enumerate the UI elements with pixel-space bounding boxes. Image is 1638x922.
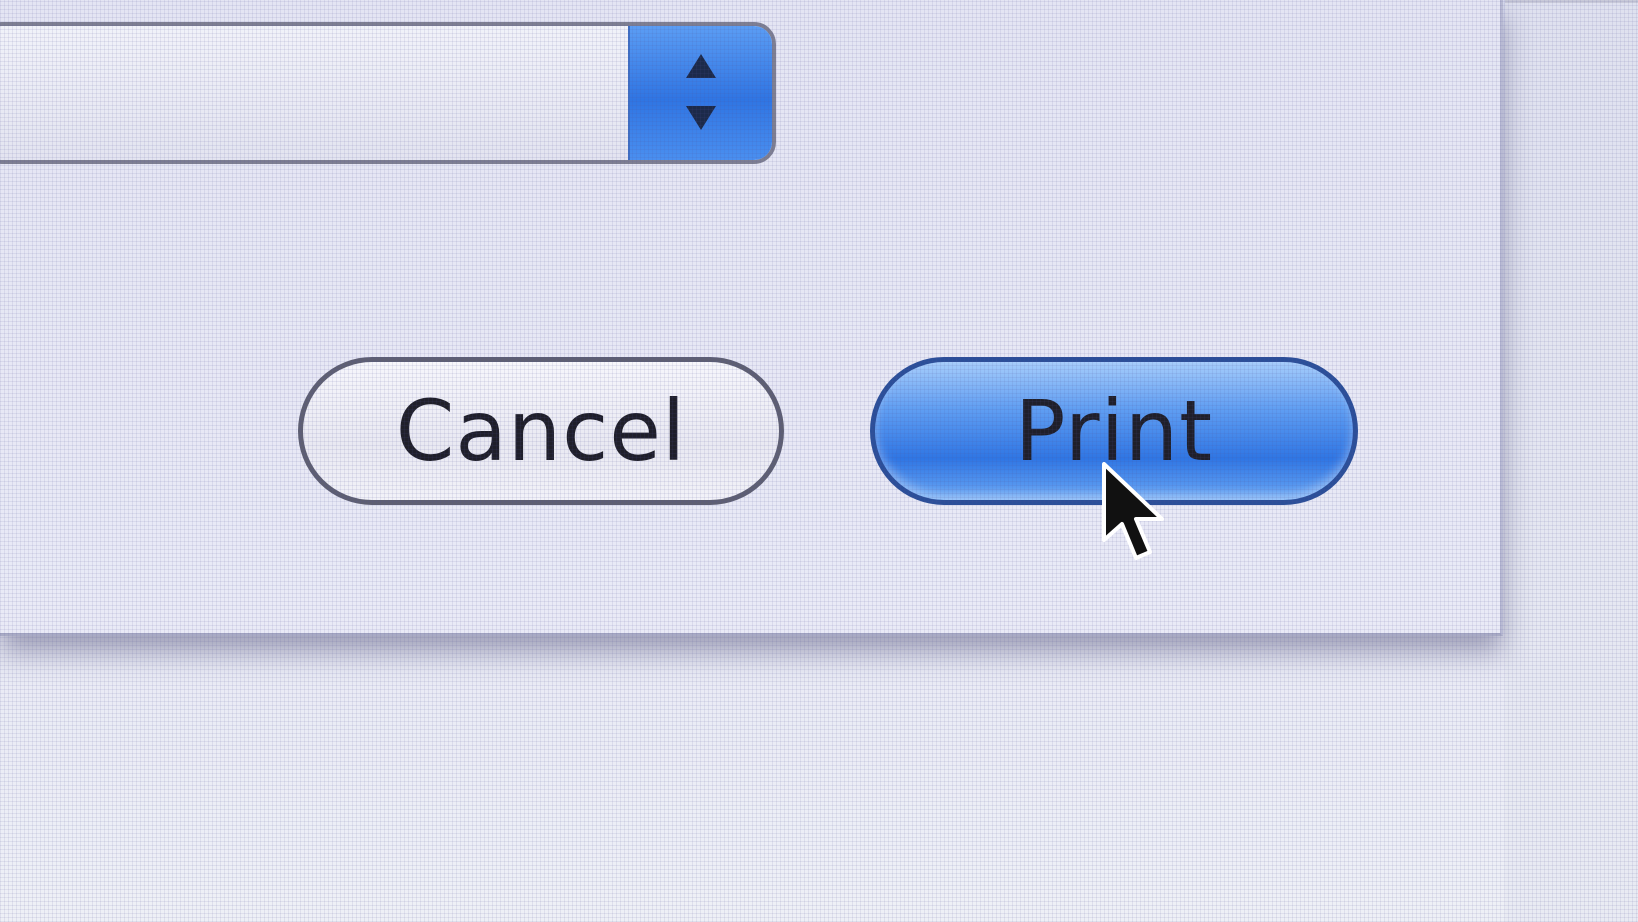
popup-stepper[interactable] bbox=[628, 26, 772, 160]
cancel-button[interactable]: Cancel bbox=[298, 357, 784, 505]
arrow-down-icon bbox=[686, 106, 716, 130]
desktop-background bbox=[1505, 0, 1638, 922]
print-dialog: Cancel Print bbox=[0, 0, 1503, 636]
arrow-pointer-icon bbox=[1102, 462, 1164, 560]
popup-menu[interactable] bbox=[0, 22, 776, 164]
arrow-up-icon bbox=[686, 54, 716, 78]
